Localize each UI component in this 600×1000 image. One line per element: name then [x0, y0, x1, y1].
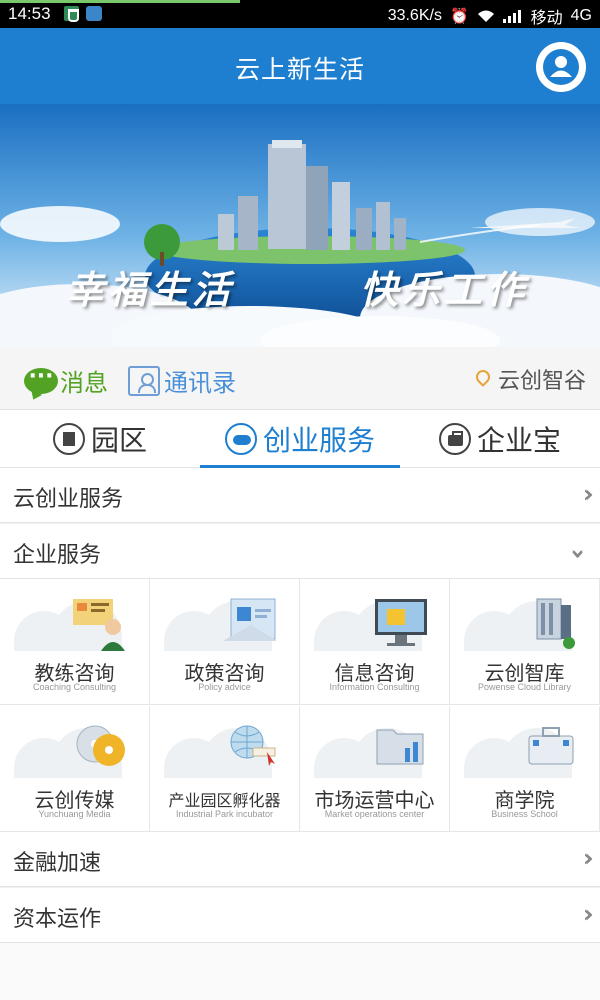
banner-slogan-right: 快乐工作	[360, 267, 529, 312]
service-market-operations-center[interactable]: 市场运营中心 Market operations center	[300, 706, 450, 832]
contacts-label: 通讯录	[164, 369, 236, 397]
signal-icon	[502, 10, 521, 23]
main-tabs: 园区 创业服务 企业宝	[0, 410, 600, 468]
carrier-name: 移动	[530, 10, 563, 27]
service-subtitle: Business School	[491, 809, 558, 819]
contacts-button[interactable]: 通讯录	[128, 363, 236, 398]
section-label: 金融加速	[13, 851, 102, 876]
service-subtitle: Powense Cloud Library	[477, 682, 572, 692]
double-chevron-down-icon: ››	[564, 548, 593, 552]
service-subtitle: Information Consulting	[329, 682, 420, 692]
tab-startup-services[interactable]: 创业服务	[200, 410, 400, 468]
double-chevron-right-icon: ››	[582, 900, 595, 928]
service-policy-advice[interactable]: 政策咨询 Policy advice	[150, 579, 300, 705]
network-type: 4G	[570, 7, 592, 24]
tab-enterprise-treasure[interactable]: 企业宝	[400, 410, 600, 467]
service-subtitle: Yunchuang Media	[38, 809, 111, 819]
enterprise-services-grid: 教练咨询 Coaching Consulting 政策咨询 Policy adv…	[0, 579, 600, 832]
page-load-progress	[0, 0, 240, 3]
service-coaching-consulting[interactable]: 教练咨询 Coaching Consulting	[0, 579, 150, 705]
section-capital-operation[interactable]: 资本运作 ››	[0, 888, 600, 943]
service-subtitle: Policy advice	[198, 682, 251, 692]
service-subtitle: Market operations center	[324, 809, 425, 819]
hero-banner[interactable]: 幸福生活 快乐工作	[0, 104, 600, 347]
service-industrial-park-incubator[interactable]: 产业园区孵化器 Industrial Park incubator	[150, 706, 300, 832]
location-pin-icon	[473, 367, 493, 387]
service-business-school[interactable]: 商学院 Business School	[450, 706, 600, 832]
section-cloud-startup-services[interactable]: 云创业服务 ››	[0, 468, 600, 523]
section-enterprise-services[interactable]: 企业服务 ››	[0, 524, 600, 579]
quick-actions-bar: 消息 通讯录 云创智谷	[0, 347, 600, 410]
tab-park[interactable]: 园区	[0, 410, 200, 467]
monitor-icon	[375, 599, 427, 646]
location-label: 云创智谷	[497, 369, 586, 394]
wifi-icon	[477, 10, 494, 22]
coach-person-icon	[73, 599, 125, 651]
page-bottom-area	[0, 943, 600, 1000]
section-label: 云创业服务	[13, 487, 124, 512]
disc-media-icon	[76, 725, 125, 766]
policy-document-icon	[223, 598, 277, 641]
alarm-icon: ⏰	[449, 8, 469, 25]
app-header: 云上新生活	[0, 28, 600, 104]
building-icon	[52, 422, 85, 455]
page-title: 云上新生活	[234, 55, 365, 84]
status-time: 14:53	[8, 4, 51, 23]
section-label: 企业服务	[13, 543, 102, 568]
library-books-icon	[536, 598, 575, 649]
cloud-icon	[224, 422, 257, 455]
user-profile-button[interactable]	[536, 42, 586, 92]
service-subtitle: Coaching Consulting	[32, 682, 117, 692]
location-selector[interactable]: 云创智谷	[473, 363, 586, 395]
shield-notification-icon	[64, 6, 79, 22]
network-speed: 33.6K/s	[387, 7, 442, 24]
briefcase-icon	[438, 422, 471, 455]
chat-bubble-icon	[24, 365, 58, 394]
tab-enterprise-treasure-label: 企业宝	[476, 423, 561, 457]
status-bar: 14:53 33.6K/s ⏰ 移动 4G	[0, 0, 600, 28]
user-icon	[543, 49, 579, 85]
tab-startup-services-label: 创业服务	[262, 423, 375, 457]
section-finance-acceleration[interactable]: 金融加速 ››	[0, 832, 600, 887]
folder-chart-icon	[376, 729, 424, 765]
service-information-consulting[interactable]: 信息咨询 Information Consulting	[300, 579, 450, 705]
globe-diploma-icon	[230, 725, 276, 766]
double-chevron-right-icon: ››	[582, 480, 595, 508]
contacts-icon	[128, 365, 160, 396]
section-label: 资本运作	[13, 907, 102, 932]
service-yunchuang-media[interactable]: 云创传媒 Yunchuang Media	[0, 706, 150, 832]
messages-label: 消息	[60, 369, 108, 397]
service-subtitle: Industrial Park incubator	[175, 809, 274, 819]
double-chevron-right-icon: ››	[582, 844, 595, 872]
service-name: 产业园区孵化器	[168, 791, 281, 810]
app-notification-icon	[86, 6, 102, 21]
messages-button[interactable]: 消息	[24, 363, 108, 398]
tab-park-label: 园区	[90, 423, 147, 457]
briefcase-icon	[528, 727, 574, 765]
status-right-group: 33.6K/s ⏰ 移动 4G	[388, 4, 592, 28]
banner-slogan-left: 幸福生活	[66, 267, 235, 312]
service-cloud-library[interactable]: 云创智库 Powense Cloud Library	[450, 579, 600, 705]
